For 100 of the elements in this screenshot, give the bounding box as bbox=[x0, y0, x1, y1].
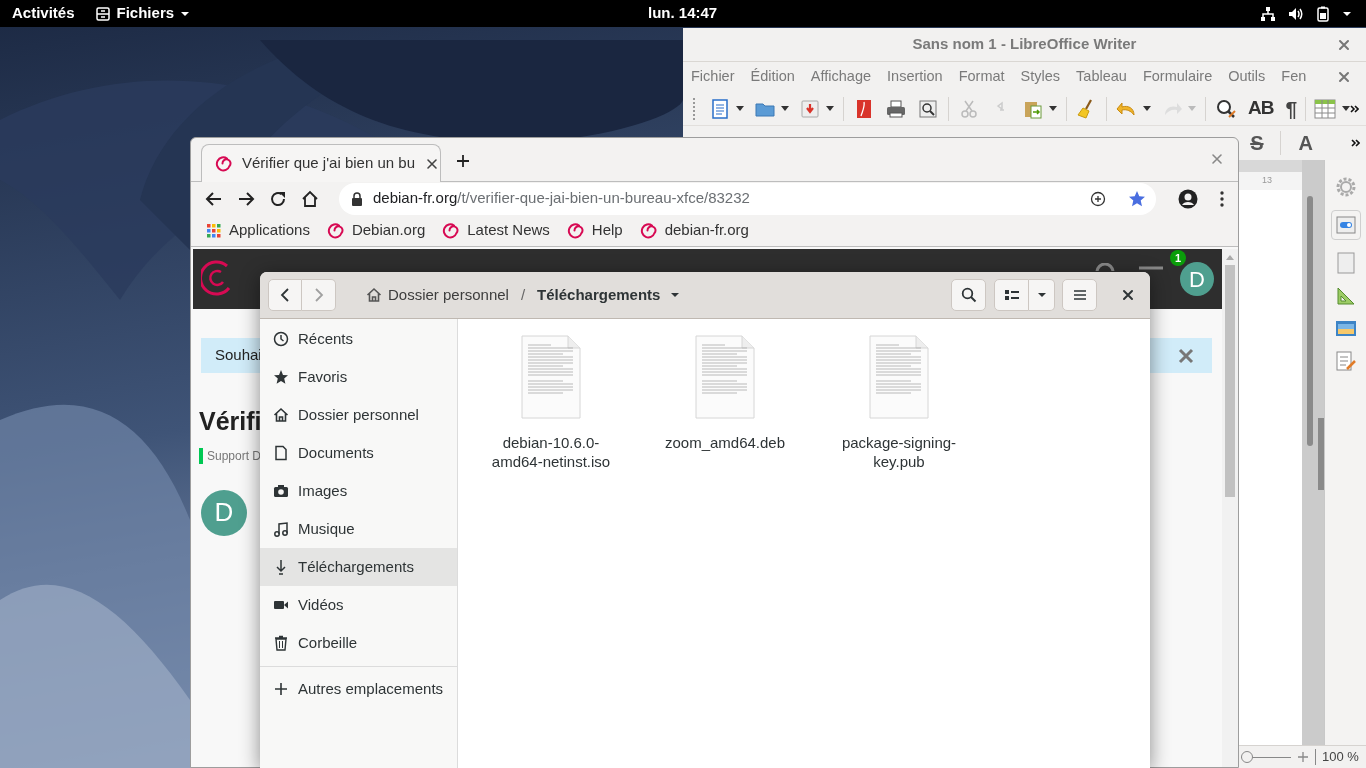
plus-icon bbox=[273, 681, 289, 697]
back-button[interactable] bbox=[268, 279, 302, 311]
sidebar-item[interactable]: Musique bbox=[260, 510, 457, 548]
close-icon[interactable] bbox=[1121, 288, 1135, 302]
caret-icon[interactable] bbox=[780, 106, 789, 111]
menu-item[interactable]: Insertion bbox=[887, 66, 943, 88]
document-icon bbox=[273, 445, 289, 461]
menu-item[interactable]: Outils bbox=[1228, 66, 1266, 88]
caret-icon bbox=[180, 10, 191, 17]
font-color-button[interactable]: A bbox=[1298, 128, 1313, 158]
scrollbar-thumb[interactable] bbox=[1225, 265, 1235, 497]
star-icon bbox=[273, 369, 289, 385]
ruler-number: 13 bbox=[1262, 174, 1272, 188]
address-bar[interactable]: debian-fr.org/t/verifier-que-jai-bien-un-bureau-xfce/83232 bbox=[339, 182, 1156, 215]
caret-icon[interactable] bbox=[1048, 106, 1057, 111]
path-button[interactable]: Téléchargements bbox=[537, 283, 681, 307]
swirl-icon bbox=[325, 221, 344, 240]
clock[interactable]: lun. 14:47 bbox=[648, 2, 718, 25]
printer-icon[interactable] bbox=[884, 97, 907, 120]
swirl-icon bbox=[638, 221, 657, 240]
reload-icon[interactable] bbox=[269, 189, 287, 208]
network-icon[interactable] bbox=[1260, 5, 1276, 22]
more-icon[interactable] bbox=[1351, 139, 1360, 147]
back-icon[interactable] bbox=[205, 189, 223, 208]
caret-icon bbox=[1036, 292, 1047, 298]
menu-button[interactable] bbox=[1062, 279, 1097, 311]
caret-icon[interactable] bbox=[1143, 106, 1152, 111]
menu-item[interactable]: Styles bbox=[1020, 66, 1061, 88]
table-icon[interactable] bbox=[1314, 98, 1337, 119]
browser-tab[interactable]: Vérifier que j'ai bien un bu bbox=[201, 144, 441, 182]
download-icon bbox=[273, 559, 289, 575]
close-icon[interactable] bbox=[425, 156, 439, 171]
zoom-level[interactable]: 100 % bbox=[1322, 747, 1359, 767]
forward-icon[interactable] bbox=[237, 189, 255, 208]
caret-icon[interactable] bbox=[735, 106, 744, 111]
sidebar-item[interactable]: Vidéos bbox=[260, 586, 457, 624]
menu-item[interactable]: Fen bbox=[1281, 66, 1307, 88]
menu-item[interactable]: Tableau bbox=[1076, 66, 1127, 88]
caret-icon[interactable] bbox=[1342, 106, 1351, 111]
menu-item[interactable]: Formulaire bbox=[1142, 66, 1213, 88]
save-icon[interactable] bbox=[798, 97, 821, 120]
bookmark[interactable]: Help bbox=[559, 219, 629, 242]
view-button[interactable] bbox=[994, 279, 1029, 311]
topic-title: Vérifi bbox=[199, 406, 262, 437]
strikethrough-button[interactable]: S bbox=[1250, 128, 1264, 158]
zoom-slider[interactable] bbox=[1241, 751, 1291, 763]
spellcheck-button[interactable]: AB bbox=[1248, 94, 1274, 123]
bookmark[interactable]: debian-fr.org bbox=[632, 219, 755, 242]
sidebar-item[interactable]: Téléchargements bbox=[260, 548, 457, 586]
menu-item[interactable]: Édition bbox=[750, 66, 795, 88]
sidebar-item[interactable]: Dossier personnel bbox=[260, 396, 457, 434]
category-link[interactable]: Support D bbox=[207, 446, 262, 465]
properties-tab[interactable] bbox=[1330, 210, 1361, 240]
url-text: debian-fr.org/t/verifier-que-jai-bien-un-bureau-xfce/83232 bbox=[373, 188, 750, 209]
star-icon[interactable] bbox=[1128, 189, 1146, 208]
menu-item[interactable]: Affichage bbox=[810, 66, 872, 88]
caret-icon[interactable] bbox=[1342, 10, 1352, 17]
file-name[interactable]: zoom_amd64.deb bbox=[660, 433, 790, 452]
scrollbar-thumb[interactable] bbox=[1307, 196, 1313, 446]
list-view-icon bbox=[1004, 289, 1019, 301]
sidebar-item[interactable]: Favoris bbox=[260, 358, 457, 396]
bookmark[interactable]: Debian.org bbox=[319, 219, 432, 242]
find-replace-icon[interactable] bbox=[1215, 97, 1238, 120]
file-name[interactable]: debian-10.6.0-amd64-netinst.iso bbox=[486, 433, 616, 471]
camera-icon bbox=[273, 483, 289, 499]
menu-item[interactable]: Fichier bbox=[691, 66, 735, 88]
formatting-marks-button[interactable]: ¶ bbox=[1285, 92, 1298, 125]
sidebar-handle[interactable] bbox=[1318, 418, 1324, 490]
home-icon bbox=[366, 287, 382, 303]
sidebar-item[interactable]: Images bbox=[260, 472, 457, 510]
notification-badge: 1 bbox=[1170, 250, 1186, 266]
zoom-in-icon[interactable] bbox=[1297, 751, 1309, 763]
activities-button[interactable]: Activités bbox=[12, 2, 75, 25]
magnifier-icon[interactable] bbox=[916, 97, 939, 120]
sidebar-item[interactable]: Autres emplacements bbox=[260, 671, 457, 707]
app-menu[interactable]: Fichiers bbox=[94, 2, 191, 25]
checklist-icon[interactable] bbox=[1334, 350, 1357, 372]
menu-item[interactable]: Format bbox=[958, 66, 1005, 88]
sidebar-item[interactable]: Récents bbox=[260, 320, 457, 358]
path-button[interactable]: Dossier personnel bbox=[366, 283, 509, 307]
trash-icon bbox=[273, 635, 289, 651]
account-icon[interactable] bbox=[1178, 188, 1198, 209]
file-cabinet-icon bbox=[94, 5, 111, 22]
menu-icon[interactable] bbox=[1220, 190, 1224, 207]
sidebar-item[interactable]: Corbeille bbox=[260, 624, 457, 662]
apps-grid-icon bbox=[207, 223, 221, 238]
bookmark[interactable]: Applications bbox=[201, 219, 316, 242]
add-icon[interactable] bbox=[1090, 190, 1106, 207]
search-button[interactable] bbox=[951, 279, 986, 311]
path-separator: / bbox=[520, 284, 526, 305]
new-tab-icon[interactable] bbox=[455, 153, 471, 169]
image-icon[interactable] bbox=[1334, 318, 1357, 338]
caret-icon[interactable] bbox=[825, 106, 834, 111]
bookmark[interactable]: Latest News bbox=[435, 219, 556, 242]
sidebar-item[interactable]: Documents bbox=[260, 434, 457, 472]
battery-icon[interactable] bbox=[1316, 5, 1330, 22]
lock-icon bbox=[351, 191, 363, 206]
more-icon[interactable] bbox=[1350, 104, 1360, 113]
home-icon[interactable] bbox=[301, 189, 319, 208]
file-name[interactable]: package-signing-key.pub bbox=[834, 433, 964, 471]
